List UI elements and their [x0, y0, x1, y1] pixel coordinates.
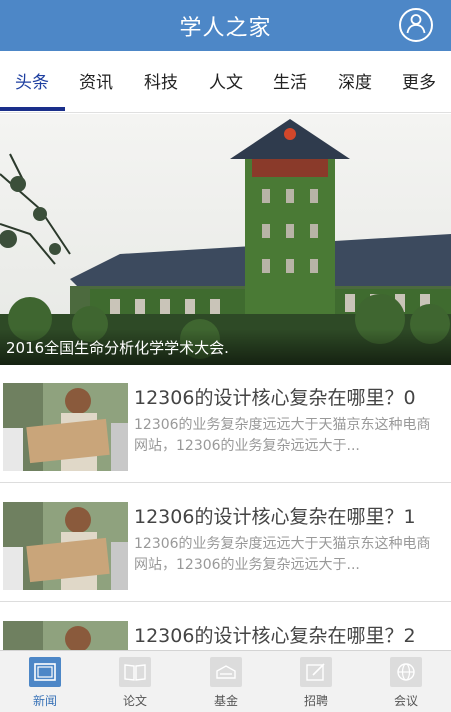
news-thumbnail — [3, 502, 128, 590]
hero-image — [0, 114, 451, 365]
tab-news[interactable]: 资讯 — [64, 51, 128, 109]
news-summary: 12306的业务复杂度远远大于天猫京东这种电商网站，12306的业务复杂远远大于… — [134, 417, 431, 454]
bottom-navigation: 新闻 论文 基金 招聘 会议 — [0, 650, 451, 712]
user-icon — [405, 12, 427, 38]
nav-label: 新闻 — [32, 694, 57, 708]
active-tab-indicator — [0, 107, 65, 111]
tab-more[interactable]: 更多 — [387, 51, 451, 109]
news-item[interactable]: 12306的设计核心复杂在哪里？1 12306的业务复杂度远远大于天猫京东这种电… — [0, 484, 451, 602]
news-icon — [29, 657, 61, 687]
news-item[interactable]: 12306的设计核心复杂在哪里？0 12306的业务复杂度远远大于天猫京东这种电… — [0, 365, 451, 483]
hero-caption: 2016全国生命分析化学学术大会. — [0, 329, 451, 365]
globe-icon — [390, 657, 422, 687]
news-list: 12306的设计核心复杂在哪里？0 12306的业务复杂度远远大于天猫京东这种电… — [0, 365, 451, 650]
news-thumbnail — [3, 621, 128, 650]
nav-label: 基金 — [213, 694, 238, 708]
news-thumbnail — [3, 383, 128, 471]
nav-item-papers[interactable]: 论文 — [90, 651, 180, 712]
tab-technology[interactable]: 科技 — [129, 51, 193, 109]
news-item[interactable]: 12306的设计核心复杂在哪里？2 — [0, 603, 451, 650]
app-header: 学人之家 — [0, 0, 451, 51]
category-tabs: 头条 资讯 科技 人文 生活 深度 更多 — [0, 51, 451, 113]
fund-icon — [210, 657, 242, 687]
nav-item-fund[interactable]: 基金 — [181, 651, 271, 712]
tab-life[interactable]: 生活 — [258, 51, 322, 109]
news-title: 12306的设计核心复杂在哪里？1 — [134, 506, 416, 528]
nav-item-conference[interactable]: 会议 — [361, 651, 451, 712]
nav-item-news[interactable]: 新闻 — [0, 651, 90, 712]
user-profile-button[interactable] — [399, 8, 433, 42]
news-title: 12306的设计核心复杂在哪里？0 — [134, 387, 416, 409]
edit-icon — [300, 657, 332, 687]
tab-humanities[interactable]: 人文 — [194, 51, 258, 109]
news-title: 12306的设计核心复杂在哪里？2 — [134, 625, 416, 647]
nav-label: 招聘 — [303, 694, 328, 708]
app-title: 学人之家 — [179, 15, 272, 41]
book-icon — [119, 657, 151, 687]
nav-label: 论文 — [122, 694, 147, 708]
nav-item-jobs[interactable]: 招聘 — [271, 651, 361, 712]
hero-banner[interactable]: 2016全国生命分析化学学术大会. — [0, 114, 451, 365]
tab-headlines[interactable]: 头条 — [0, 51, 64, 109]
news-summary: 12306的业务复杂度远远大于天猫京东这种电商网站，12306的业务复杂远远大于… — [134, 536, 431, 573]
tab-depth[interactable]: 深度 — [323, 51, 387, 109]
nav-label: 会议 — [393, 694, 418, 708]
